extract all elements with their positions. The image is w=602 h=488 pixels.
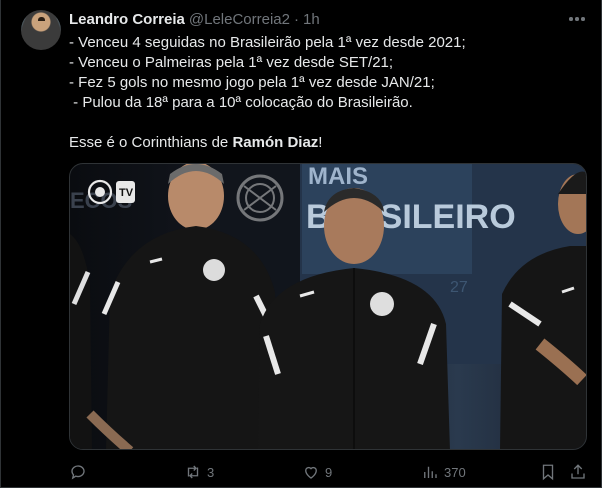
like-icon [305,466,317,479]
share-icon [571,464,585,479]
tweet-text: - Venceu 4 seguidas no Brasileirão pela … [69,33,589,153]
tweet-line: - Venceu 4 seguidas no Brasileirão pela … [69,34,466,51]
author-name[interactable]: Leandro Correia [69,11,185,28]
tweet-actions: 3 9 370 [69,458,589,486]
tweet-media-photo[interactable]: ECOS MAIS BRASILEIRO 27 TV [69,163,587,450]
author-handle[interactable]: @LeleCorreia2 [189,11,290,28]
photo-illustration: ECOS MAIS BRASILEIRO 27 TV [70,164,586,449]
views-button[interactable]: 370 [421,458,466,486]
reply-button[interactable] [69,458,92,486]
tv-badge: TV [119,187,134,199]
tweet-line: - Pulou da 18ª para a 10ª colocação do B… [69,94,413,111]
retweet-icon [187,465,199,479]
views-icon [424,466,437,478]
share-button[interactable] [569,458,587,486]
tweet-line: - Venceu o Palmeiras pela 1ª vez desde S… [69,54,394,71]
closing-bold-name: Ramón Diaz [232,134,319,151]
more-icon[interactable] [567,11,587,27]
tweet-line: - Fez 5 gols no mesmo jogo pela 1ª vez d… [69,74,435,91]
views-count: 370 [444,464,466,480]
bookmark-button[interactable] [539,458,557,486]
tweet-header: Leandro Correia @LeleCorreia2 · 1h [69,10,320,28]
avatar[interactable] [21,10,61,50]
wall-number: 27 [450,279,468,296]
separator-dot: · [294,10,299,28]
bookmark-icon [542,464,554,481]
retweet-count: 3 [207,464,215,480]
like-button[interactable]: 9 [302,458,332,486]
closing-prefix: Esse é o Corinthians de [69,134,233,151]
retweet-button[interactable]: 3 [184,458,214,486]
closing-suffix: ! [318,134,323,151]
banner-text-1: MAIS [308,164,368,190]
timestamp[interactable]: 1h [303,11,320,28]
tweet-closing-line: Esse é o Corinthians de Ramón Diaz! [69,133,589,153]
reply-icon [71,465,85,480]
tweet-card[interactable]: Leandro Correia @LeleCorreia2 · 1h - Ven… [0,0,602,488]
like-count: 9 [325,464,333,480]
